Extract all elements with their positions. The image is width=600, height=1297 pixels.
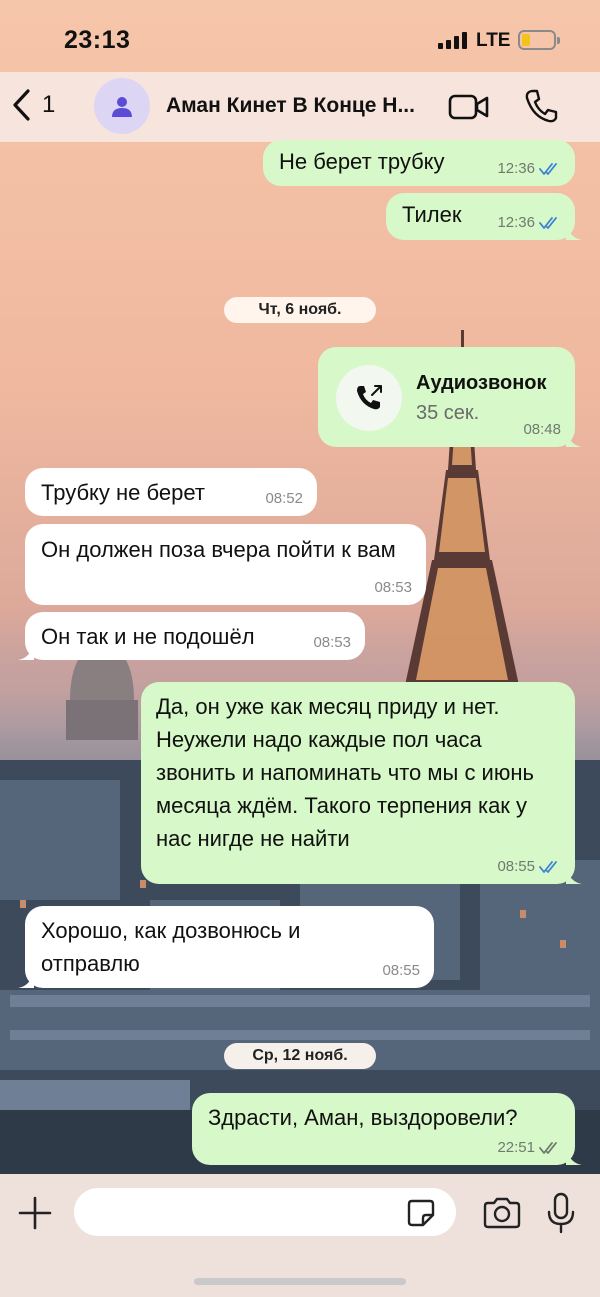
message-meta: 08:48 (523, 421, 561, 439)
message-time: 08:52 (265, 490, 303, 507)
back-button[interactable]: 1 (10, 88, 55, 122)
call-title: Аудиозвонок (416, 372, 547, 394)
message-input[interactable] (74, 1188, 456, 1236)
bubble-tail (566, 431, 582, 447)
message-time: 08:53 (313, 634, 351, 651)
message-bubble-incoming[interactable]: Трубку не берет 08:52 (25, 468, 317, 516)
status-bar: 23:13 LTE (0, 0, 600, 72)
message-meta: 12:36 (497, 214, 561, 232)
double-check-icon (539, 1142, 557, 1154)
message-text: Да, он уже как месяц приду и нет. Неужел… (156, 694, 534, 851)
camera-icon[interactable] (482, 1196, 522, 1230)
message-meta: 08:53 (313, 634, 351, 652)
call-bubble[interactable]: Аудиозвонок 35 сек. 08:48 (318, 347, 582, 447)
message-time: 08:55 (382, 962, 420, 979)
message-meta: 08:55 (382, 962, 420, 980)
person-icon (112, 97, 132, 117)
phone-icon[interactable] (524, 88, 558, 124)
status-time: 23:13 (64, 26, 131, 54)
message-meta: 08:52 (265, 490, 303, 508)
date-separator: Чт, 6 нояб. (224, 297, 376, 323)
plus-icon[interactable] (16, 1194, 54, 1232)
message-meta: 08:53 (374, 579, 412, 597)
message-bubble-outgoing[interactable]: Не берет трубку 12:36 (263, 140, 575, 186)
unread-count: 1 (42, 91, 56, 118)
network-type: LTE (476, 30, 511, 51)
message-text: Хорошо, как дозвонюсь и отправлю (41, 918, 301, 976)
message-bubble-outgoing[interactable]: Тилек 12:36 (386, 193, 582, 240)
bubble-tail (566, 868, 582, 884)
avatar[interactable] (94, 78, 150, 134)
message-time: 08:55 (497, 858, 535, 875)
bubble-tail (18, 972, 34, 988)
message-meta: 22:51 (497, 1139, 561, 1157)
message-text: Трубку не берет (41, 480, 205, 505)
message-time: 12:36 (497, 160, 535, 177)
chevron-left-icon (13, 89, 30, 121)
bubble-tail (566, 224, 582, 240)
message-time: 08:48 (523, 421, 561, 438)
message-text: Он так и не подошёл (41, 624, 255, 649)
message-time: 08:53 (374, 579, 412, 596)
message-meta: 08:55 (497, 858, 561, 876)
double-check-icon (539, 217, 557, 229)
chat-title[interactable]: Аман Кинет В Конце Н... (166, 94, 428, 118)
message-text: Он должен поза вчера пойти к вам (41, 537, 396, 562)
outgoing-call-icon (357, 385, 382, 410)
double-check-icon (539, 163, 557, 175)
date-separator: Ср, 12 нояб. (224, 1043, 376, 1069)
home-indicator (194, 1278, 406, 1285)
call-icon-circle (336, 365, 402, 431)
call-duration: 35 сек. (416, 402, 480, 424)
double-check-icon (539, 861, 557, 873)
message-bubble-outgoing[interactable]: Здрасти, Аман, выздоровели? 22:51 (192, 1093, 582, 1165)
bubble-tail (18, 644, 34, 660)
message-text: Здрасти, Аман, выздоровели? (208, 1105, 518, 1130)
signal-strength-icon (438, 32, 467, 49)
video-camera-icon[interactable] (448, 92, 490, 122)
message-time: 12:36 (497, 214, 535, 231)
microphone-icon[interactable] (546, 1192, 576, 1234)
message-bubble-incoming[interactable]: Хорошо, как дозвонюсь и отправлю 08:55 (18, 906, 434, 988)
message-bubble-outgoing[interactable]: Да, он уже как месяц приду и нет. Неужел… (141, 682, 582, 884)
bubble-tail (566, 1149, 582, 1165)
sticker-icon[interactable] (406, 1198, 436, 1228)
message-bubble-incoming[interactable]: Он так и не подошёл 08:53 (18, 612, 365, 660)
message-time: 22:51 (497, 1139, 535, 1156)
chat-header: 1 Аман Кинет В Конце Н... (0, 72, 600, 142)
battery-icon (518, 30, 560, 50)
message-meta: 12:36 (497, 160, 561, 178)
message-bubble-incoming[interactable]: Он должен поза вчера пойти к вам 08:53 (25, 524, 426, 605)
